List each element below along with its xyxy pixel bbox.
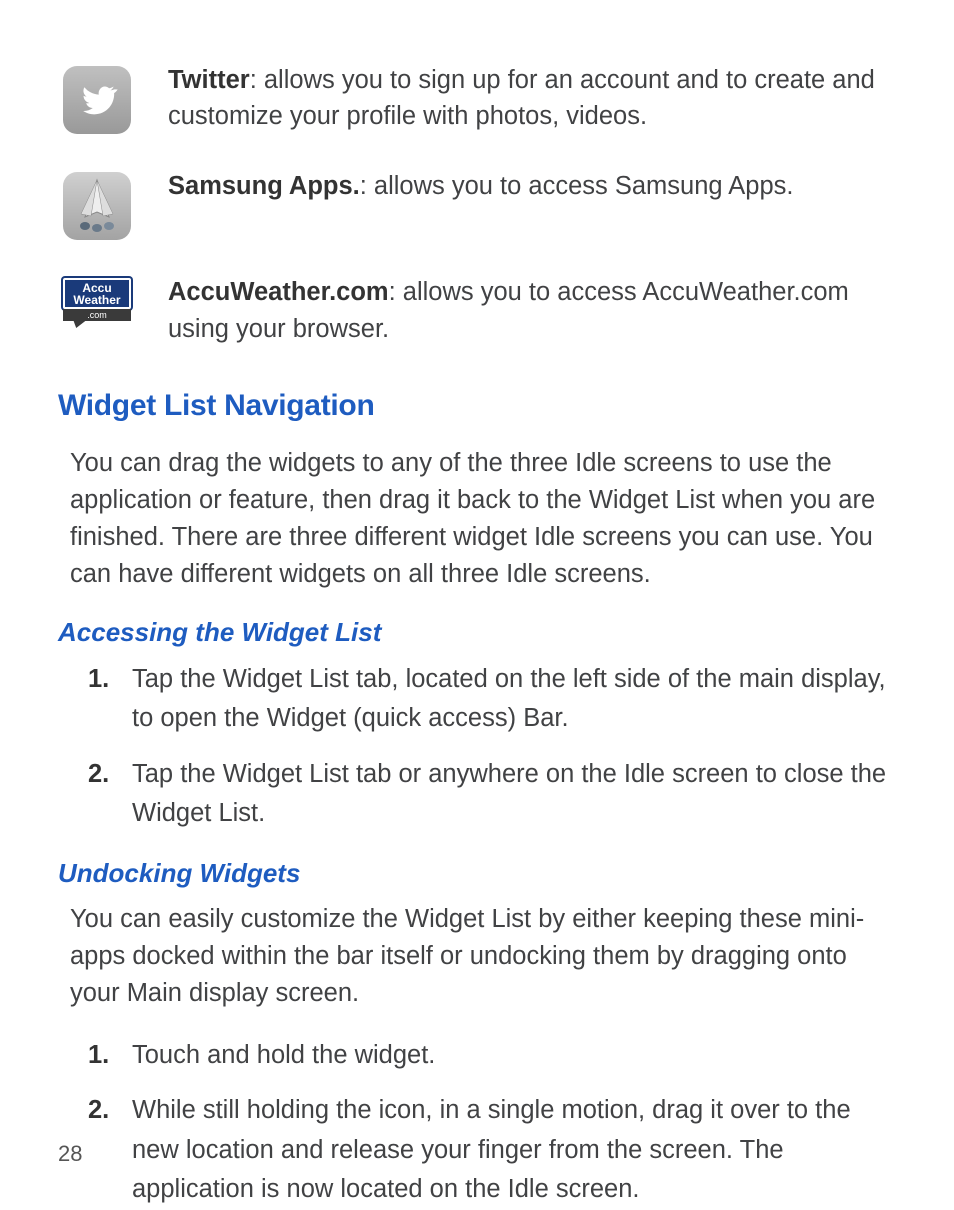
steps-accessing: 1.Tap the Widget List tab, located on th… <box>70 660 888 834</box>
list-item: 2.While still holding the icon, in a sin… <box>70 1091 888 1210</box>
widget-name: Samsung Apps. <box>168 172 360 200</box>
step-text: Tap the Widget List tab or anywhere on t… <box>122 755 888 834</box>
subsection-intro: You can easily customize the Widget List… <box>70 901 888 1012</box>
list-item: 2.Tap the Widget List tab or anywhere on… <box>70 755 888 834</box>
widget-desc: Samsung Apps.: allows you to access Sams… <box>136 168 896 204</box>
widget-item-accuweather: AccuWeather .com AccuWeather.com: allows… <box>58 274 896 346</box>
widget-name: Twitter <box>168 66 250 94</box>
step-number: 2. <box>70 1091 122 1131</box>
step-text: Touch and hold the widget. <box>122 1036 888 1076</box>
step-number: 2. <box>70 755 122 795</box>
steps-undocking: 1.Touch and hold the widget. 2.While sti… <box>70 1036 888 1210</box>
twitter-icon <box>58 62 136 134</box>
list-item: 1.Touch and hold the widget. <box>70 1036 888 1076</box>
widget-desc: AccuWeather.com: allows you to access Ac… <box>136 274 896 346</box>
widget-name: AccuWeather.com <box>168 278 389 306</box>
step-text: Tap the Widget List tab, located on the … <box>122 660 888 739</box>
subheading-accessing: Accessing the Widget List <box>58 617 896 648</box>
step-text: While still holding the icon, in a singl… <box>122 1091 888 1210</box>
step-number: 1. <box>70 660 122 700</box>
widget-text: : allows you to sign up for an account a… <box>168 66 875 130</box>
section-intro: You can drag the widgets to any of the t… <box>70 445 888 593</box>
list-item: 1.Tap the Widget List tab, located on th… <box>70 660 888 739</box>
accuweather-icon: AccuWeather .com <box>58 274 136 346</box>
widget-item-twitter: Twitter: allows you to sign up for an ac… <box>58 62 896 134</box>
widget-text: : allows you to access Samsung Apps. <box>360 172 794 200</box>
page-number: 28 <box>58 1141 82 1167</box>
samsung-apps-icon <box>58 168 136 240</box>
widget-desc: Twitter: allows you to sign up for an ac… <box>136 62 896 134</box>
subheading-undocking: Undocking Widgets <box>58 858 896 889</box>
section-heading: Widget List Navigation <box>58 389 896 423</box>
widget-item-samsung-apps: Samsung Apps.: allows you to access Sams… <box>58 168 896 240</box>
step-number: 1. <box>70 1036 122 1076</box>
